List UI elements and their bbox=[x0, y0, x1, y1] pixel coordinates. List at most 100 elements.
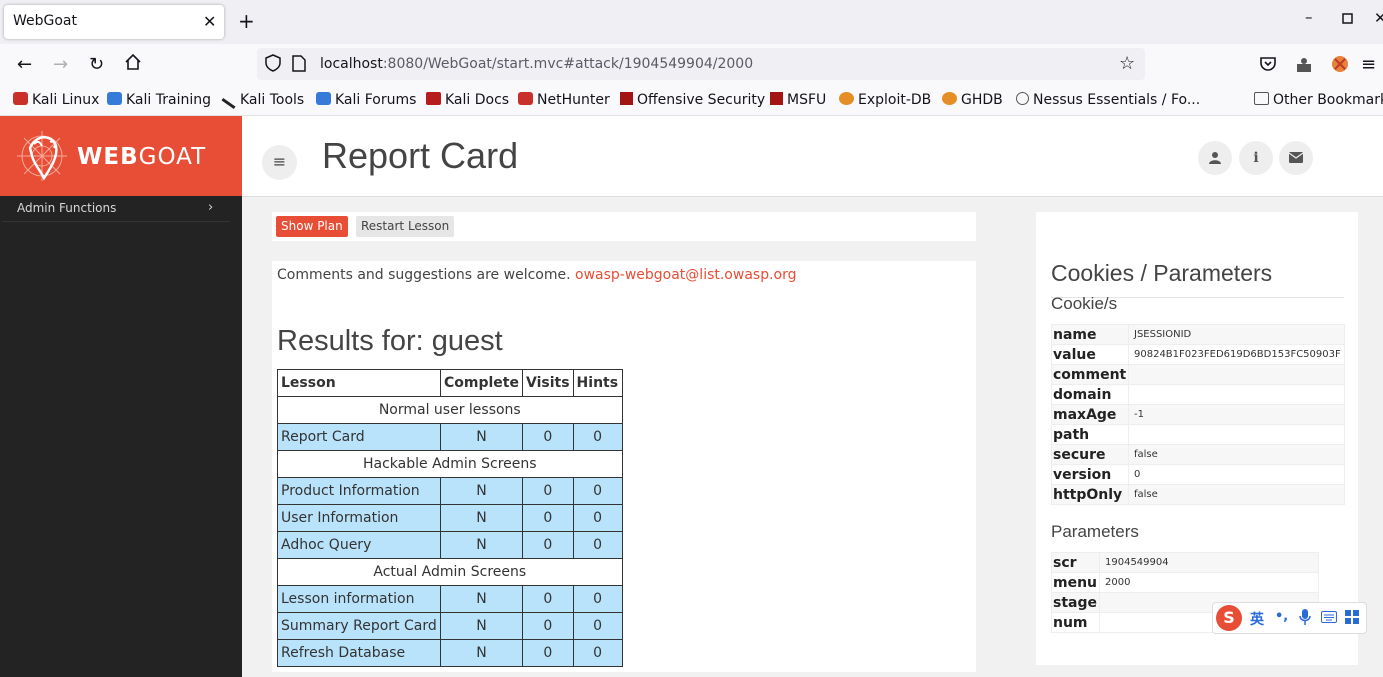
section-row: Actual Admin Screens bbox=[277, 558, 623, 586]
bookmark-offsec[interactable]: Offensive Security bbox=[620, 92, 765, 108]
lesson-cell[interactable]: Report Card bbox=[277, 423, 441, 451]
grid-menu-icon[interactable] bbox=[1345, 610, 1359, 628]
info-button[interactable]: i bbox=[1239, 141, 1273, 175]
bookmark-label: GHDB bbox=[961, 92, 1003, 108]
lesson-cell[interactable]: Refresh Database bbox=[277, 639, 441, 667]
message-button[interactable] bbox=[1279, 141, 1313, 175]
window-close-icon[interactable]: ✕ bbox=[1374, 9, 1383, 27]
goat-icon bbox=[17, 131, 67, 181]
info-icon: i bbox=[1253, 150, 1259, 166]
microphone-icon[interactable] bbox=[1299, 608, 1311, 630]
lesson-cell[interactable]: Product Information bbox=[277, 477, 441, 505]
ime-language-toggle[interactable]: 英 bbox=[1250, 609, 1264, 629]
results-title: Results for: guest bbox=[277, 325, 503, 357]
cookies-parameters-panel: Cookies / Parameters Cookie/s name JSESSI… bbox=[1036, 212, 1358, 665]
complete-cell: N bbox=[440, 504, 523, 532]
ime-punctuation-toggle[interactable]: •, bbox=[1275, 609, 1288, 624]
globe-icon bbox=[1016, 92, 1029, 105]
bookmark-nessus[interactable]: Nessus Essentials / Fo... bbox=[1016, 92, 1200, 108]
lesson-cell[interactable]: Adhoc Query bbox=[277, 531, 441, 559]
section-title: Normal user lessons bbox=[277, 396, 623, 424]
table-row[interactable]: User Information N 0 0 bbox=[277, 504, 623, 532]
hints-cell: 0 bbox=[572, 639, 623, 667]
folder-icon bbox=[1254, 92, 1269, 105]
bookmark-star-icon[interactable]: ☆ bbox=[1119, 53, 1135, 74]
table-row[interactable]: Adhoc Query N 0 0 bbox=[277, 531, 623, 559]
visits-cell: 0 bbox=[522, 612, 574, 640]
bookmark-msfu[interactable]: MSFU bbox=[770, 92, 826, 108]
restart-lesson-button[interactable]: Restart Lesson bbox=[356, 216, 455, 237]
bookmark-kali-tools[interactable]: Kali Tools bbox=[221, 92, 304, 110]
bookmark-kali-forums[interactable]: Kali Forums bbox=[316, 92, 416, 108]
lesson-content: Comments and suggestions are welcome. ow… bbox=[272, 261, 976, 672]
table-row: httpOnly false bbox=[1051, 484, 1345, 505]
table-row[interactable]: Refresh Database N 0 0 bbox=[277, 639, 623, 667]
user-button[interactable] bbox=[1198, 141, 1232, 175]
home-icon[interactable] bbox=[124, 53, 142, 76]
key-cell: stage bbox=[1051, 592, 1100, 613]
ublock-icon[interactable] bbox=[1331, 55, 1349, 78]
new-tab-icon[interactable]: + bbox=[238, 9, 255, 33]
forward-icon[interactable]: → bbox=[53, 54, 68, 75]
tools-icon bbox=[221, 97, 236, 110]
comments-text: Comments and suggestions are welcome. ow… bbox=[277, 267, 797, 283]
sogou-logo-icon[interactable]: S bbox=[1216, 605, 1242, 631]
bookmark-label: Exploit-DB bbox=[858, 92, 932, 108]
lesson-cell[interactable]: Lesson information bbox=[277, 585, 441, 613]
bookmark-kali-training[interactable]: Kali Training bbox=[107, 92, 211, 108]
bookmark-ghdb[interactable]: GHDB bbox=[942, 92, 1003, 108]
lesson-cell[interactable]: User Information bbox=[277, 504, 441, 532]
hints-cell: 0 bbox=[572, 423, 623, 451]
browser-tab[interactable]: WebGoat ✕ bbox=[4, 5, 224, 39]
value-cell: false bbox=[1128, 484, 1345, 505]
url-text[interactable]: localhost:8080/WebGoat/start.mvc#attack/… bbox=[320, 56, 753, 72]
lesson-toolbar: Show Plan Restart Lesson bbox=[272, 212, 976, 241]
sidebar-item-admin-functions[interactable]: Admin Functions › bbox=[2, 196, 230, 222]
complete-cell: N bbox=[440, 531, 523, 559]
keyboard-icon[interactable] bbox=[1321, 611, 1337, 627]
minimize-icon[interactable]: – bbox=[1305, 8, 1313, 26]
other-bookmarks[interactable]: Other Bookmarks bbox=[1254, 92, 1383, 108]
lesson-cell[interactable]: Summary Report Card bbox=[277, 612, 441, 640]
back-icon[interactable]: ← bbox=[17, 54, 32, 75]
complete-cell: N bbox=[440, 477, 523, 505]
tab-bar: WebGoat ✕ + – ✕ bbox=[0, 0, 1383, 44]
bookmark-nethunter[interactable]: NetHunter bbox=[518, 92, 610, 108]
pocket-icon[interactable] bbox=[1259, 55, 1277, 78]
key-cell: maxAge bbox=[1051, 404, 1129, 425]
key-cell: comment bbox=[1051, 364, 1129, 385]
webgoat-logo[interactable]: WEBGOAT bbox=[0, 116, 242, 196]
shield-icon[interactable] bbox=[265, 54, 281, 76]
bookmark-label: Kali Training bbox=[126, 92, 211, 108]
show-plan-button[interactable]: Show Plan bbox=[276, 216, 348, 237]
bookmark-exploit-db[interactable]: Exploit-DB bbox=[839, 92, 931, 108]
table-row[interactable]: Lesson information N 0 0 bbox=[277, 585, 623, 613]
table-row[interactable]: Report Card N 0 0 bbox=[277, 423, 623, 451]
table-row[interactable]: Product Information N 0 0 bbox=[277, 477, 623, 505]
menu-toggle-button[interactable]: ≡ bbox=[262, 145, 297, 180]
ime-toolbar[interactable]: S 英 •, bbox=[1212, 602, 1367, 634]
tab-close-icon[interactable]: ✕ bbox=[203, 12, 216, 31]
email-link[interactable]: owasp-webgoat@list.owasp.org bbox=[575, 267, 797, 283]
url-bar[interactable]: localhost:8080/WebGoat/start.mvc#attack/… bbox=[257, 48, 1145, 80]
offsec-icon bbox=[620, 92, 633, 105]
maximize-icon[interactable] bbox=[1342, 10, 1353, 28]
value-cell: 1904549904 bbox=[1099, 552, 1319, 573]
hints-cell: 0 bbox=[572, 531, 623, 559]
table-row: path bbox=[1051, 424, 1345, 445]
bookmark-kali-docs[interactable]: Kali Docs bbox=[426, 92, 509, 108]
bookmark-label: Kali Docs bbox=[445, 92, 510, 108]
cookies-parameters-title: Cookies / Parameters bbox=[1051, 260, 1273, 286]
app-menu-icon[interactable]: ≡ bbox=[1361, 54, 1376, 75]
section-row: Hackable Admin Screens bbox=[277, 450, 623, 478]
bookmark-label: Kali Forums bbox=[335, 92, 417, 108]
column-header: Complete bbox=[440, 369, 523, 397]
reload-icon[interactable]: ↻ bbox=[89, 54, 104, 75]
hints-cell: 0 bbox=[572, 612, 623, 640]
parameters-subtitle: Parameters bbox=[1051, 522, 1139, 541]
value-cell bbox=[1128, 364, 1345, 385]
page-icon[interactable] bbox=[292, 55, 306, 76]
extension-icon[interactable] bbox=[1295, 56, 1313, 79]
bookmark-kali-linux[interactable]: Kali Linux bbox=[13, 92, 99, 108]
table-row[interactable]: Summary Report Card N 0 0 bbox=[277, 612, 623, 640]
